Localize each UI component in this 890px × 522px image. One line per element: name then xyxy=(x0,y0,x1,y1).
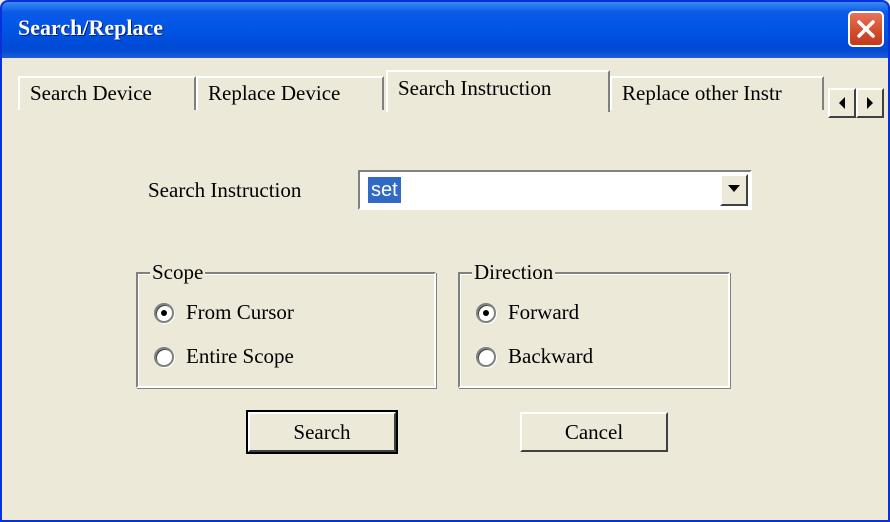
direction-group: Direction Forward Backward xyxy=(458,260,730,388)
radio-label: Entire Scope xyxy=(186,344,294,368)
scope-caption: Scope xyxy=(150,260,206,285)
direction-caption: Direction xyxy=(472,260,556,285)
chevron-down-icon xyxy=(728,185,740,192)
radio-label: Backward xyxy=(508,344,594,368)
tab-label: Search Instruction xyxy=(398,76,552,100)
radio-dot xyxy=(483,309,489,316)
tab-scroll-left-button[interactable] xyxy=(828,88,856,118)
tab-scroll-right-button[interactable] xyxy=(856,88,884,118)
radio-indicator xyxy=(154,346,174,367)
radio-from-cursor[interactable]: From Cursor xyxy=(154,300,294,325)
radio-dot xyxy=(161,309,167,316)
search-instruction-label: Search Instruction xyxy=(148,178,302,202)
dialog-body: Search Device Replace Device Search Inst… xyxy=(2,58,888,520)
tab-strip: Search Device Replace Device Search Inst… xyxy=(2,70,888,118)
radio-label: Forward xyxy=(508,300,580,324)
arrow-left-icon xyxy=(839,97,845,109)
radio-entire-scope[interactable]: Entire Scope xyxy=(154,344,294,369)
tab-label: Replace Device xyxy=(208,81,341,105)
search-replace-dialog: Search/Replace Search Device Replace Dev… xyxy=(0,0,890,522)
tab-search-instruction[interactable]: Search Instruction xyxy=(386,70,610,112)
tab-replace-other-instr[interactable]: Replace other Instr xyxy=(610,76,824,110)
close-button[interactable] xyxy=(848,11,884,47)
dropdown-button[interactable] xyxy=(720,174,748,206)
radio-label: From Cursor xyxy=(186,300,294,324)
tab-label: Replace other Instr xyxy=(622,81,782,105)
arrow-right-icon xyxy=(867,97,873,109)
tab-label: Search Device xyxy=(30,81,152,105)
tab-replace-device[interactable]: Replace Device xyxy=(196,76,384,110)
window-title: Search/Replace xyxy=(18,15,164,40)
cancel-button[interactable]: Cancel xyxy=(520,412,668,452)
title-bar[interactable]: Search/Replace xyxy=(2,2,888,58)
search-instruction-value[interactable]: set xyxy=(368,177,401,203)
radio-backward[interactable]: Backward xyxy=(476,344,593,369)
close-icon xyxy=(857,20,875,38)
radio-forward[interactable]: Forward xyxy=(476,300,579,325)
scope-group: Scope From Cursor Entire Scope xyxy=(136,260,436,388)
tab-search-device[interactable]: Search Device xyxy=(18,76,196,110)
radio-indicator xyxy=(154,302,174,323)
radio-indicator xyxy=(476,346,496,367)
radio-indicator xyxy=(476,302,496,323)
search-instruction-combobox[interactable]: set xyxy=(358,170,752,210)
search-button[interactable]: Search xyxy=(246,410,398,454)
